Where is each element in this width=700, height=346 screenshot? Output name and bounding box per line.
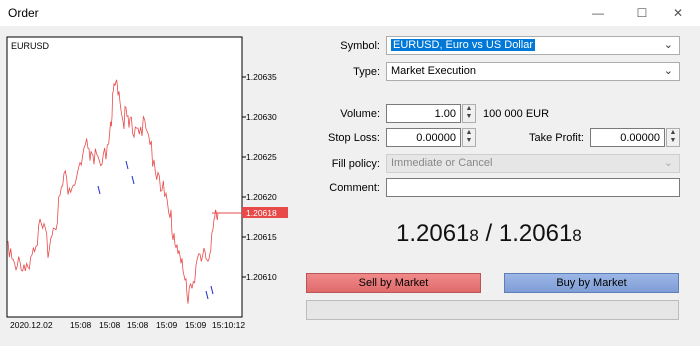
window-title: Order [8, 6, 39, 20]
type-select[interactable]: Market Execution ⌄ [386, 62, 680, 81]
stop-loss-label: Stop Loss: [328, 132, 380, 144]
comment-label: Comment: [329, 182, 380, 194]
volume-stepper[interactable]: ▲ ▼ [462, 104, 476, 123]
y-tick-label: 1.20610 [246, 272, 277, 282]
bid-price-pip: 8 [469, 226, 479, 245]
volume-input[interactable] [386, 104, 461, 123]
x-axis: 2020.12.02 15:08 15:08 15:08 15:09 15:09 15:10… [10, 320, 245, 330]
chevron-down-icon: ⌄ [663, 39, 673, 51]
fill-policy-value: Immediate or Cancel [391, 157, 493, 169]
chart-symbol-label: EURUSD [11, 41, 50, 51]
comment-input[interactable] [386, 178, 680, 197]
x-tick-label: 15:08 [99, 320, 121, 330]
x-tick-label: 15:08 [70, 320, 92, 330]
title-bar: Order — ☐ ✕ [0, 0, 700, 26]
take-profit-stepper[interactable]: ▲ ▼ [666, 128, 680, 147]
ask-price: 1.2061 [498, 220, 573, 247]
type-value: Market Execution [391, 65, 476, 77]
fill-policy-select: Immediate or Cancel ⌄ [386, 154, 680, 173]
chevron-down-icon: ⌄ [663, 65, 673, 77]
stop-loss-input[interactable] [386, 128, 461, 147]
chart-plot-frame [6, 36, 243, 318]
x-tick-label: 15:09 [185, 320, 207, 330]
take-profit-label: Take Profit: [528, 132, 584, 144]
x-tick-label: 15:10:12 [212, 320, 245, 330]
price-chart-svg: EURUSD 1.206351.206301.206251.206201.206… [6, 36, 288, 330]
y-tick-label: 1.20630 [246, 112, 277, 122]
take-profit-input[interactable] [590, 128, 665, 147]
x-tick-label: 15:09 [156, 320, 178, 330]
stop-loss-stepper[interactable]: ▲ ▼ [462, 128, 476, 147]
y-tick-label: 1.20635 [246, 72, 277, 82]
current-price-text: 1.20618 [246, 208, 277, 218]
x-tick-label: 2020.12.02 [10, 320, 53, 330]
chevron-down-icon: ⌄ [663, 157, 673, 169]
volume-unit: 100 000 EUR [483, 108, 550, 120]
price-chart: EURUSD 1.20635 1.20630 1.20625 1.20620 1.206… [6, 36, 289, 336]
x-tick-label: 15:08 [127, 320, 149, 330]
volume-label: Volume: [340, 108, 380, 120]
y-tick-label: 1.20625 [246, 152, 277, 162]
y-tick-label: 1.20620 [246, 192, 277, 202]
close-icon[interactable]: ✕ [656, 0, 700, 26]
buy-by-market-button[interactable]: Buy by Market [504, 273, 679, 293]
fill-policy-label: Fill policy: [331, 158, 380, 170]
y-tick-label: 1.20615 [246, 232, 277, 242]
symbol-select[interactable]: EURUSD, Euro vs US Dollar ⌄ [386, 36, 680, 55]
minimize-icon[interactable]: — [576, 0, 620, 26]
bid-price: 1.2061 [396, 220, 470, 247]
quote-display: 1.20618 / 1.20618 [396, 220, 582, 248]
type-label: Type: [353, 66, 380, 78]
y-axis: 1.20635 1.20630 1.20625 1.20620 1.20615 1.206… [242, 72, 277, 282]
price-separator: / [478, 220, 499, 247]
symbol-label: Symbol: [340, 40, 380, 52]
symbol-value: EURUSD, Euro vs US Dollar [391, 39, 535, 51]
sell-by-market-button[interactable]: Sell by Market [306, 273, 481, 293]
ask-price-pip: 8 [572, 226, 582, 245]
execution-progress-bar [306, 300, 679, 320]
